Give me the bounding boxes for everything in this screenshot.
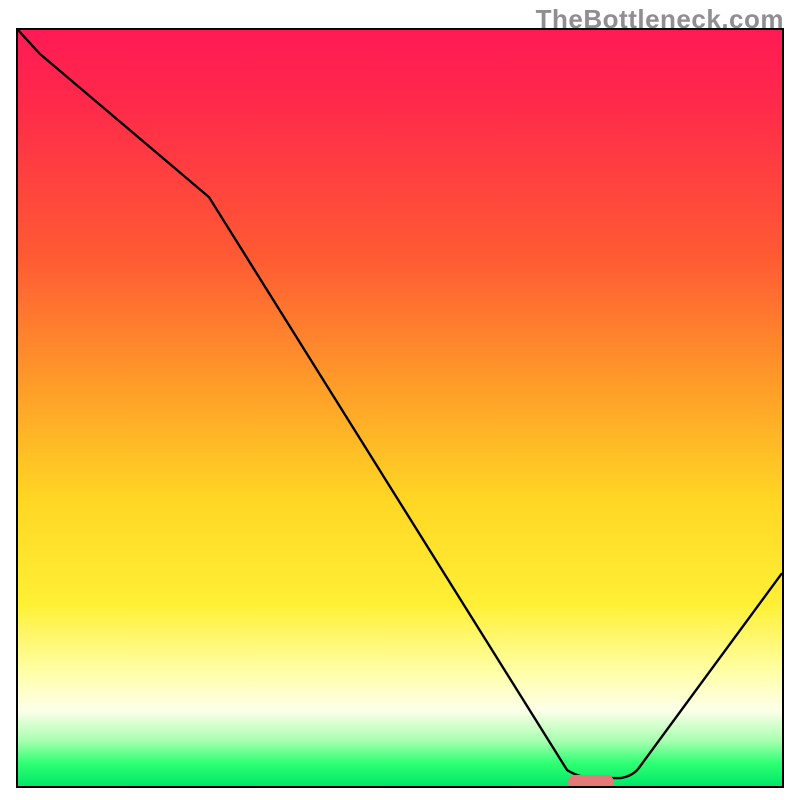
curve-path — [18, 30, 782, 778]
bottleneck-curve — [18, 30, 782, 786]
bottleneck-chart: TheBottleneck.com — [0, 0, 800, 800]
optimal-marker — [568, 775, 614, 788]
plot-area — [16, 28, 784, 788]
